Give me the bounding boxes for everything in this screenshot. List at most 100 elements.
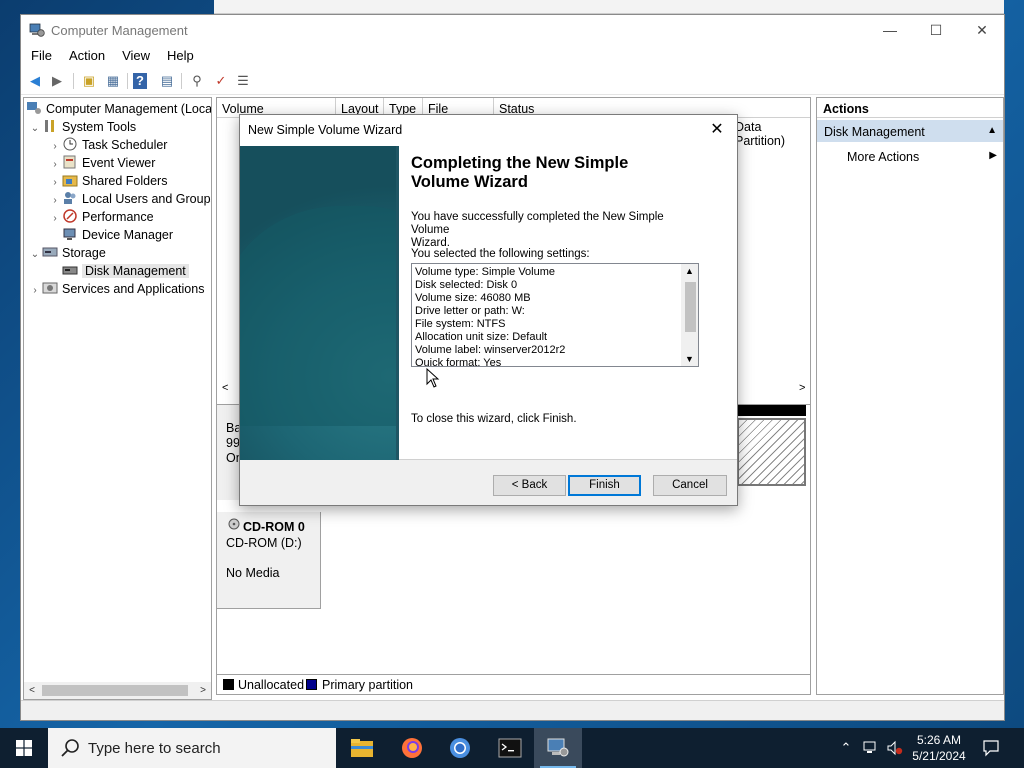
wizard-title-bar: New Simple Volume Wizard ✕ [240, 115, 737, 146]
chevron-right-icon[interactable]: › [48, 210, 62, 228]
network-icon[interactable] [862, 740, 880, 756]
tree-item-task-scheduler[interactable]: › Task Scheduler [48, 136, 167, 154]
partition-legend: Unallocated Primary partition [217, 674, 810, 694]
close-button[interactable]: ✕ [959, 15, 1005, 45]
tree-item-local-users-groups[interactable]: › Local Users and Groups [48, 190, 211, 208]
setting-line: Allocation unit size: Default [415, 331, 548, 343]
tray-overflow-icon[interactable]: ⌃ [838, 740, 854, 756]
actions-section-disk-management[interactable]: Disk Management ▲ [817, 120, 1003, 142]
scroll-right-icon[interactable]: > [799, 380, 805, 397]
window-title: Computer Management [51, 23, 188, 38]
forward-arrow-icon[interactable]: ▶ [47, 71, 67, 91]
taskbar-computer-management[interactable] [534, 728, 582, 768]
unallocated-swatch [223, 679, 234, 690]
title-bar: Computer Management — ☐ ✕ [21, 15, 1004, 45]
cancel-button[interactable]: Cancel [653, 475, 727, 496]
shared-folder-icon [62, 175, 78, 187]
chevron-down-icon[interactable]: ⌄ [28, 120, 42, 138]
wizard-banner-image [240, 146, 399, 460]
new-simple-volume-wizard: New Simple Volume Wizard ✕ Completing th… [239, 114, 738, 506]
tree-item-system-tools[interactable]: ⌄ System Tools [28, 118, 136, 136]
back-button[interactable]: < Back [493, 475, 566, 496]
setting-line: Volume label: winserver2012r2 [415, 344, 566, 356]
up-folder-icon[interactable]: ▣ [79, 71, 99, 91]
settings-scrollbar[interactable]: ▲ ▼ [681, 264, 698, 366]
scroll-right-icon[interactable]: > [195, 682, 211, 699]
cdrom-icon [228, 518, 240, 530]
wizard-heading: Completing the New Simple Volume Wizard [411, 154, 629, 191]
setting-line: Drive letter or path: W: [415, 305, 525, 317]
taskbar-clock[interactable]: 5:26 AM 5/21/2024 [908, 732, 970, 764]
users-icon [64, 192, 76, 204]
chevron-down-icon[interactable]: ⌄ [28, 246, 42, 264]
scrollbar-thumb[interactable] [42, 685, 188, 696]
cdrom-0-info[interactable]: CD-ROM 0 CD-ROM (D:) No Media [217, 512, 321, 609]
console-tree: Computer Management (Local ⌄ System Tools… [23, 97, 212, 700]
legend-primary: Primary partition [322, 678, 413, 692]
back-arrow-icon[interactable]: ◀ [25, 71, 45, 91]
status-bar [21, 700, 1004, 720]
volume-muted-icon[interactable] [886, 740, 904, 756]
clock-date: 5/21/2024 [912, 749, 966, 763]
tree-item-storage[interactable]: ⌄ Storage [28, 244, 106, 262]
maximize-button[interactable]: ☐ [913, 15, 959, 45]
taskbar-search[interactable]: Type here to search [48, 728, 336, 768]
firefox-icon [402, 738, 422, 758]
tree-horizontal-scrollbar[interactable]: < > [24, 682, 211, 699]
tree-item-computer-management[interactable]: Computer Management (Local [26, 100, 211, 118]
scroll-left-icon[interactable]: < [222, 380, 228, 397]
minimize-button[interactable]: — [867, 15, 913, 45]
collapse-icon[interactable]: ▲ [987, 125, 997, 136]
finish-button[interactable]: Finish [568, 475, 641, 496]
tree-item-disk-management[interactable]: Disk Management [62, 262, 189, 280]
check-icon[interactable]: ✓ [211, 71, 231, 91]
tree-item-device-manager[interactable]: Device Manager [62, 226, 173, 244]
properties-icon[interactable]: ▤ [157, 71, 177, 91]
start-button[interactable] [0, 728, 48, 768]
actions-title: Actions [817, 98, 1003, 118]
tree-item-shared-folders[interactable]: › Shared Folders [48, 172, 167, 190]
connect-icon[interactable]: ⚲ [187, 71, 207, 91]
search-placeholder: Type here to search [88, 740, 221, 757]
taskbar: Type here to search ⌃ 5:26 AM 5/21/2024 [0, 728, 1024, 768]
cdrom-name: CD-ROM 0 [243, 520, 305, 534]
taskbar-terminal[interactable] [486, 728, 534, 768]
menu-view[interactable]: View [112, 45, 157, 63]
file-explorer-icon [351, 739, 373, 757]
more-actions-item[interactable]: More Actions [847, 150, 919, 164]
menu-help[interactable]: Help [157, 45, 201, 63]
scroll-up-icon[interactable]: ▲ [681, 266, 698, 276]
disk-0-size: 99 [226, 436, 240, 450]
taskbar-chrome[interactable] [436, 728, 484, 768]
unallocated-partition[interactable] [737, 418, 806, 486]
taskbar-file-explorer[interactable] [338, 728, 386, 768]
tree-item-performance[interactable]: › Performance [48, 208, 154, 226]
settings-summary-box[interactable]: Volume type: Simple Volume Disk selected… [411, 263, 699, 367]
help-icon[interactable]: ? [133, 73, 147, 89]
scroll-left-icon[interactable]: < [24, 682, 40, 699]
performance-icon [63, 209, 77, 223]
wizard-close-button[interactable]: ✕ [703, 119, 731, 141]
show-hide-tree-icon[interactable]: ▦ [103, 71, 123, 91]
wizard-body: Completing the New Simple Volume Wizard … [240, 146, 737, 460]
terminal-icon [498, 738, 522, 758]
search-icon [61, 739, 79, 757]
tree-item-services-applications[interactable]: › Services and Applications [28, 280, 204, 298]
menu-action[interactable]: Action [59, 45, 112, 63]
menu-bar: File Action View Help [21, 45, 1004, 67]
settings-label: You selected the following settings: [411, 248, 590, 260]
clock-time: 5:26 AM [916, 733, 962, 747]
wizard-intro: You have successfully completed the New … [411, 211, 664, 249]
event-viewer-icon [63, 155, 76, 169]
submenu-arrow-icon[interactable]: ▶ [989, 150, 997, 161]
tree-item-event-viewer[interactable]: › Event Viewer [48, 154, 155, 172]
wizard-title: New Simple Volume Wizard [248, 123, 403, 137]
menu-file[interactable]: File [21, 45, 59, 63]
chevron-right-icon[interactable]: › [28, 282, 42, 300]
list-icon[interactable]: ☰ [233, 71, 253, 91]
notification-icon[interactable] [982, 739, 1000, 757]
taskbar-firefox[interactable] [388, 728, 436, 768]
scroll-down-icon[interactable]: ▼ [681, 354, 698, 364]
settings-list: Volume type: Simple Volume Disk selected… [415, 266, 566, 366]
scrollbar-thumb[interactable] [685, 282, 696, 332]
